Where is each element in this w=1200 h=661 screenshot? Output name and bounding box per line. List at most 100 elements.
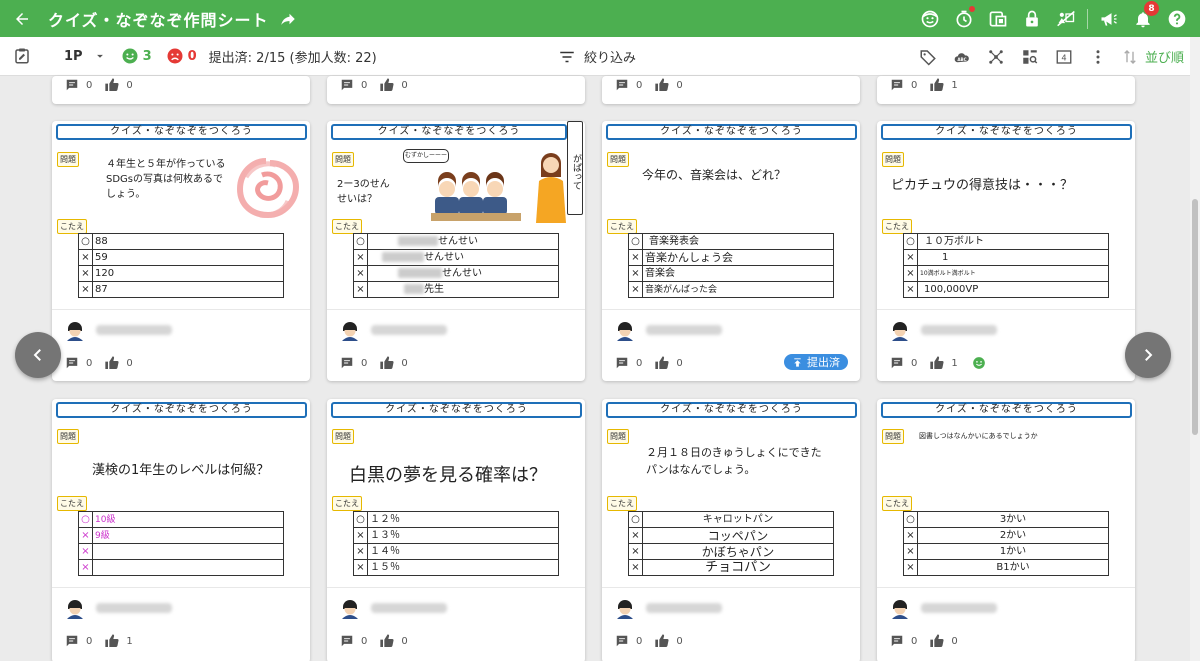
comment-count: 0	[636, 635, 643, 647]
comment-icon[interactable]	[614, 77, 630, 93]
answer-mark: ×	[353, 559, 368, 576]
like-icon[interactable]	[654, 77, 670, 93]
question-tag: 問題	[57, 152, 79, 167]
share-button[interactable]	[279, 10, 297, 28]
assignment-button[interactable]	[6, 37, 38, 76]
like-icon[interactable]	[104, 633, 120, 649]
like-icon[interactable]	[929, 77, 945, 93]
like-icon[interactable]	[929, 355, 945, 371]
answer-mark: ×	[628, 281, 643, 298]
sort-button[interactable]: 並び順	[1121, 47, 1184, 66]
avatar	[617, 322, 633, 341]
network-view-button[interactable]	[979, 37, 1013, 76]
red-frown-icon	[167, 48, 183, 64]
card-top-2[interactable]: 0 0	[327, 76, 585, 104]
comment-icon[interactable]	[889, 77, 905, 93]
page-selector[interactable]: 1P	[64, 49, 107, 64]
answer-tag: こたえ	[607, 496, 637, 511]
quiz-card[interactable]: クイズ・なぞなぞをつくろう 問題 白黒の夢を見る確率は？ こたえ ○ １２％ × １…	[327, 399, 585, 661]
comment-count: 0	[911, 635, 918, 647]
qr-button[interactable]	[981, 0, 1015, 37]
redacted-name	[404, 283, 424, 294]
comment-icon[interactable]	[889, 633, 905, 649]
previous-page-button[interactable]	[15, 332, 61, 378]
bad-counter[interactable]: 0	[166, 47, 197, 65]
handwriting-button[interactable]: ABC	[945, 37, 979, 76]
answer-row: × かぼちゃパン	[628, 543, 834, 560]
card-top-3[interactable]: 0 0	[602, 76, 860, 104]
next-page-button[interactable]	[1125, 332, 1171, 378]
help-button[interactable]	[1160, 0, 1194, 37]
lock-button[interactable]	[1015, 0, 1049, 37]
comment-icon[interactable]	[64, 355, 80, 371]
question-text: 図書しつはなんかいにあるでしょうか	[919, 432, 1038, 440]
more-options-button[interactable]	[1081, 37, 1115, 76]
author-name-redacted	[371, 325, 447, 335]
answer-mark: ○	[628, 511, 643, 528]
answer-mark: ○	[628, 233, 643, 250]
answer-mark: ×	[903, 265, 918, 282]
like-icon[interactable]	[379, 355, 395, 371]
column-count-button[interactable]: 4	[1047, 37, 1081, 76]
vertical-scrollbar[interactable]	[1190, 37, 1200, 661]
good-counter[interactable]: 3	[121, 47, 152, 65]
filter-button[interactable]: 絞り込み	[558, 37, 636, 76]
like-icon[interactable]	[104, 77, 120, 93]
like-icon[interactable]	[379, 633, 395, 649]
back-button[interactable]	[0, 0, 44, 37]
comment-icon[interactable]	[64, 77, 80, 93]
comment-count: 0	[361, 635, 368, 647]
quiz-card[interactable]: クイズ・なぞなぞをつくろう 問題 ４年生と５年が作っているSDGsの写真は何枚あ…	[52, 121, 310, 381]
card-footer: 0 0	[339, 77, 420, 93]
comment-icon[interactable]	[614, 355, 630, 371]
author-name-redacted	[371, 603, 447, 613]
like-icon[interactable]	[654, 633, 670, 649]
quiz-card[interactable]: クイズ・なぞなぞをつくろう 問題 図書しつはなんかいにあるでしょうか こたえ ○…	[877, 399, 1135, 661]
quiz-card[interactable]: クイズ・なぞなぞをつくろう 問題 漢検の1年生のレベルは何級？ こたえ ○ 10級…	[52, 399, 310, 661]
comment-icon[interactable]	[889, 355, 905, 371]
answer-row: × 10満ボルト満ボルト	[903, 265, 1109, 282]
anonymize-button[interactable]	[1049, 0, 1083, 37]
announce-button[interactable]	[1092, 0, 1126, 37]
comment-count: 0	[911, 79, 918, 91]
comment-icon[interactable]	[339, 77, 355, 93]
card-header: クイズ・なぞなぞをつくろう	[56, 124, 307, 140]
notifications-button[interactable]: 8	[1126, 0, 1160, 37]
timer-button[interactable]	[947, 0, 981, 37]
answer-table: ○ １２％ × １３％ × １４％ × １５％	[353, 511, 559, 576]
quiz-card[interactable]: クイズ・なぞなぞをつくろう 問題 今年の、音楽会は、どれ？ こたえ ○ 音楽発表会…	[602, 121, 860, 381]
comment-icon[interactable]	[614, 633, 630, 649]
comment-icon[interactable]	[64, 633, 80, 649]
tag-button[interactable]	[911, 37, 945, 76]
scrollbar-thumb[interactable]	[1192, 199, 1198, 435]
card-author	[889, 319, 997, 341]
quiz-card[interactable]: クイズ・なぞなぞをつくろう がぱって 問題 むずかしーーー 2ー3のせんせいは？…	[327, 121, 585, 381]
like-icon[interactable]	[104, 355, 120, 371]
quiz-card[interactable]: クイズ・なぞなぞをつくろう 問題 ２月１８日のきゅうしょくにできたパンはなんでし…	[602, 399, 860, 661]
like-icon[interactable]	[379, 77, 395, 93]
comment-icon[interactable]	[339, 633, 355, 649]
clipboard-icon	[15, 48, 29, 64]
quiz-card[interactable]: クイズ・なぞなぞをつくろう 問題 ピカチュウの得意技は・・・？ こたえ ○ １０万…	[877, 121, 1135, 381]
face-button[interactable]	[913, 0, 947, 37]
comment-count: 0	[86, 635, 93, 647]
question-text: 2ー3のせんせいは？	[337, 179, 390, 205]
answer-table: ○ １０万ボルト × 1 × 10満ボルト満ボルト × 100,000VP	[903, 233, 1109, 298]
answer-row: × コッペパン	[628, 527, 834, 544]
app-bar: クイズ・なぞなぞ作問シート 8	[0, 0, 1200, 37]
answer-mark: ○	[78, 233, 93, 250]
search-layout-button[interactable]	[1013, 37, 1047, 76]
chevron-left-icon	[33, 349, 41, 361]
comment-icon[interactable]	[339, 355, 355, 371]
card-top-1[interactable]: 0 0	[52, 76, 310, 104]
good-count: 3	[142, 48, 152, 64]
answer-row: × １３％	[353, 527, 559, 544]
like-icon[interactable]	[929, 633, 945, 649]
answer-tag: こたえ	[332, 496, 362, 511]
like-icon[interactable]	[654, 355, 670, 371]
answer-tag: こたえ	[57, 219, 87, 234]
card-header: クイズ・なぞなぞをつくろう	[881, 402, 1132, 418]
filter-icon	[560, 51, 574, 62]
column-count-icon: 4	[1056, 49, 1072, 64]
card-top-4[interactable]: 0 1	[877, 76, 1135, 104]
